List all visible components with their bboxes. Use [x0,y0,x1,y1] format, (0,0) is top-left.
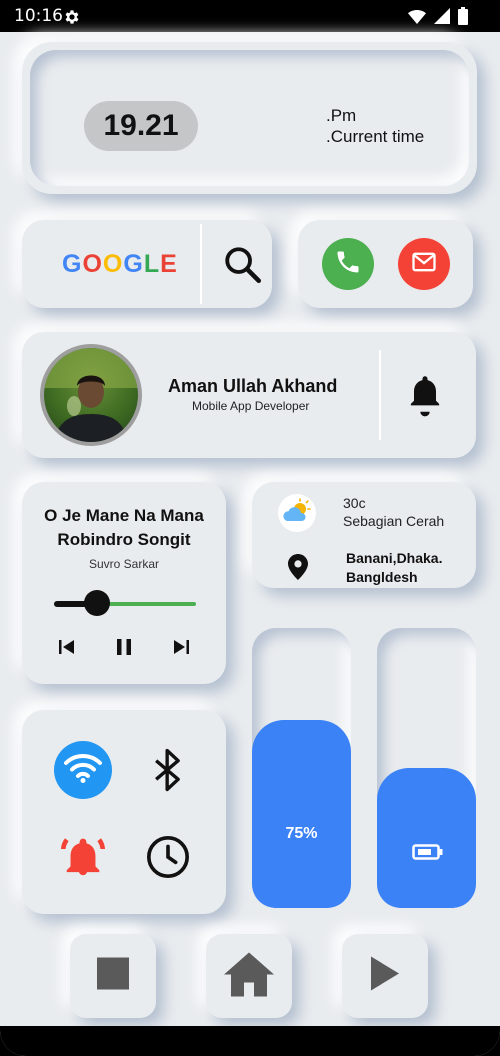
weather-card: 30c Sebagian Cerah Banani,Dhaka. Banglde… [252,482,476,588]
seek-bar-thumb[interactable] [83,590,110,616]
quick-toggles-card [22,710,226,914]
battery-icon [412,843,444,866]
call-button[interactable] [322,238,374,290]
status-time: 10:16 [14,6,63,26]
play-button[interactable] [342,934,428,1018]
time-card: 19.21 .Pm .Current time [22,42,477,194]
time-period: .Pm [326,106,357,125]
current-time-value: 19.21 [84,101,198,151]
wifi-icon [64,753,102,788]
play-icon [369,955,401,998]
signal-icon [434,8,450,29]
bluetooth-icon[interactable] [150,748,186,797]
battery-slider[interactable] [377,628,476,908]
search-icon[interactable] [222,244,264,291]
volume-slider-fill [252,720,351,908]
location-city: Banani,Dhaka. [346,550,443,566]
alarm-icon[interactable] [60,834,106,885]
music-player-card: O Je Mane Na Mana Robindro Songit Suvro … [22,482,226,684]
weather-condition: Sebagian Cerah [343,513,445,529]
mail-button[interactable] [398,238,450,290]
battery-icon [458,7,468,30]
wifi-toggle[interactable] [54,741,112,799]
bottom-bar [0,1026,500,1056]
volume-level-label: 75% [285,825,318,842]
divider [200,224,202,304]
home-icon [222,951,276,1002]
weather-temperature: 30c [343,495,366,511]
home-button[interactable] [206,934,292,1018]
song-title: O Je Mane Na Mana Robindro Songit [44,506,204,549]
divider [379,350,381,440]
partly-cloudy-icon [278,494,316,532]
gear-icon [63,8,81,31]
wifi-icon [408,9,426,29]
clock-icon[interactable] [145,834,191,885]
google-search-card[interactable]: GOOGLE [22,220,272,308]
pause-icon[interactable] [115,638,133,661]
phone-icon [334,248,362,281]
home-screen: 10:16 19.21 .Pm .Current time GOOGLE Ama… [0,0,500,1056]
google-logo-text: GOOGLE [62,250,178,278]
profile-card: Aman Ullah Akhand Mobile App Developer [22,332,476,458]
square-icon [96,957,130,996]
current-time-label: .Current time [326,127,425,146]
profile-role: Mobile App Developer [192,399,310,413]
location-pin-icon [288,554,308,585]
avatar-photo [44,348,138,442]
status-bar: 10:16 [0,0,500,32]
skip-next-icon[interactable] [172,638,190,661]
song-artist: Suvro Sarkar [88,557,160,571]
location-country: Bangldesh [346,569,418,585]
bell-icon[interactable] [406,374,444,423]
volume-slider[interactable]: 75% [252,628,351,908]
skip-previous-icon[interactable] [58,638,76,661]
battery-slider-fill [377,768,476,908]
avatar[interactable] [40,344,142,446]
contact-card [298,220,473,308]
time-card-inner: 19.21 .Pm .Current time [30,50,469,186]
mail-icon [410,248,438,281]
recent-apps-button[interactable] [70,934,156,1018]
profile-name: Aman Ullah Akhand [168,376,338,396]
